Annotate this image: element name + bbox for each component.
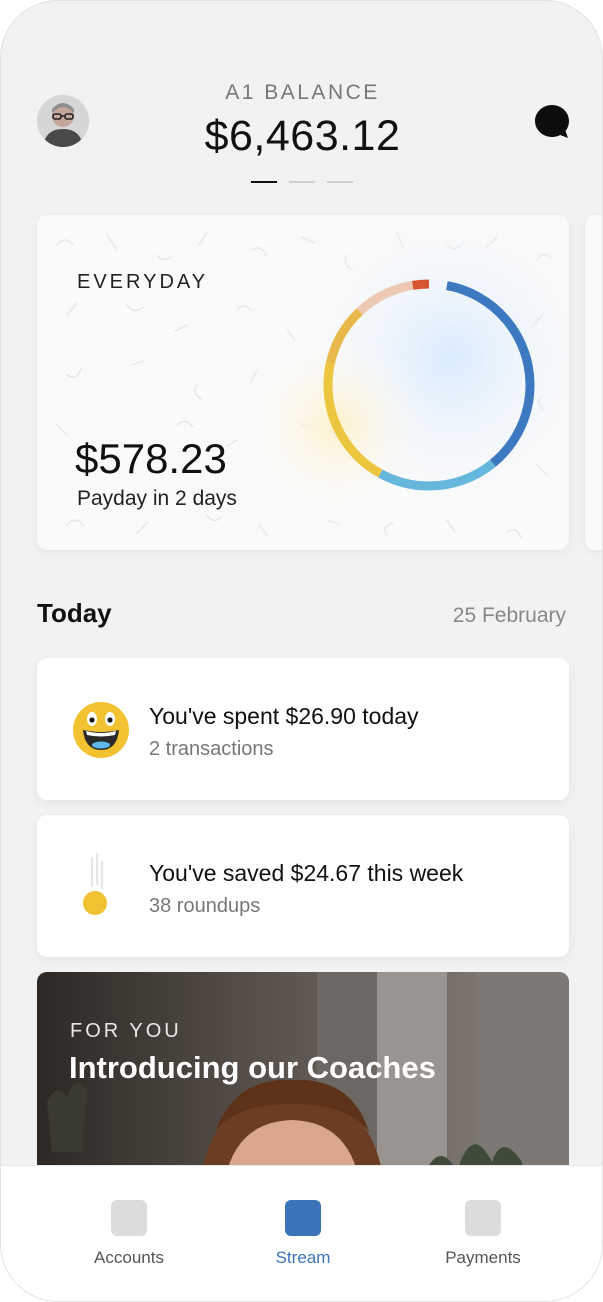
tab-stream[interactable]: Stream	[223, 1166, 383, 1301]
today-heading: Today	[37, 598, 112, 628]
spent-today-subtitle: 2 transactions	[149, 738, 274, 760]
pager-dot	[289, 181, 315, 183]
everyday-account-card[interactable]: EVERYDAY $578.23 Payday in 2 days	[37, 215, 569, 550]
falling-coin-icon	[83, 853, 107, 915]
stream-icon	[285, 1200, 321, 1236]
grinning-face-icon	[73, 702, 129, 758]
next-account-card-peek[interactable]	[585, 215, 602, 550]
tab-payments[interactable]: Payments	[403, 1166, 563, 1301]
saved-week-title: You've saved $24.67 this week	[149, 860, 464, 886]
saved-week-tile[interactable]: You've saved $24.67 this week 38 roundup…	[37, 815, 569, 957]
promo-kicker: FOR YOU	[70, 1020, 182, 1042]
pager-dot-active	[251, 181, 277, 183]
promo-title: Introducing our Coaches	[69, 1050, 436, 1085]
balance-label: A1 BALANCE	[225, 81, 380, 104]
payments-icon	[465, 1200, 501, 1236]
tab-accounts[interactable]: Accounts	[49, 1166, 209, 1301]
chat-bubble-icon	[535, 105, 569, 138]
tab-accounts-label: Accounts	[94, 1248, 164, 1267]
spent-today-tile[interactable]: You've spent $26.90 today 2 transactions	[37, 658, 569, 800]
saved-week-subtitle: 38 roundups	[149, 895, 261, 917]
spent-today-title: You've spent $26.90 today	[149, 703, 419, 729]
account-pager[interactable]	[251, 181, 353, 183]
balance-amount: $6,463.12	[204, 112, 401, 160]
bottom-tab-bar: Accounts Stream Payments	[1, 1165, 602, 1301]
today-date: 25 February	[452, 604, 566, 627]
tab-stream-label: Stream	[275, 1248, 331, 1267]
account-name: EVERYDAY	[77, 271, 209, 293]
phone-screen: A1 BALANCE $6,463.12 EVERYDAY $578.23 Pa…	[0, 0, 603, 1302]
payday-countdown: Payday in 2 days	[77, 487, 237, 510]
spending-ring-chart	[323, 279, 535, 491]
account-balance: $578.23	[75, 435, 227, 482]
tab-payments-label: Payments	[445, 1248, 521, 1267]
accounts-icon	[111, 1200, 147, 1236]
chat-button[interactable]	[533, 103, 571, 141]
pager-dot	[327, 181, 353, 183]
